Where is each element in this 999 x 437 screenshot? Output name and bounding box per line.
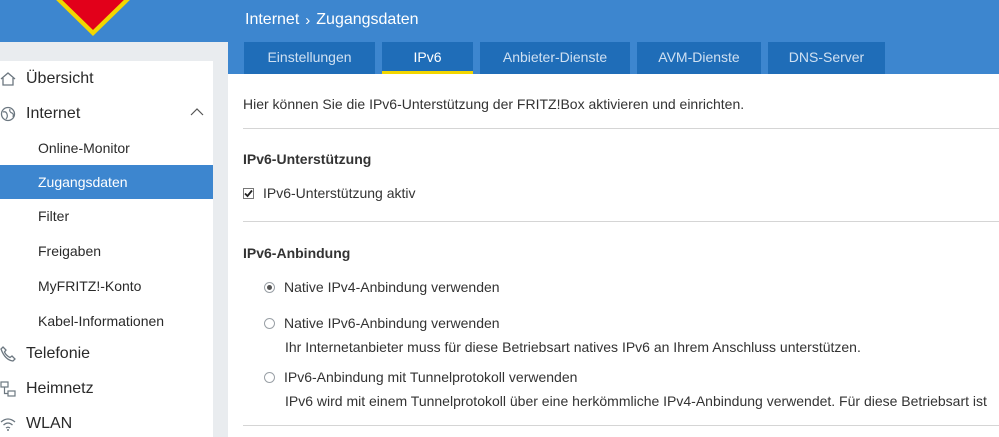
sidebar-item-label: Internet [26, 105, 81, 122]
radio-label-native-ipv6: Native IPv6-Anbindung verwenden [284, 315, 500, 331]
sidebar-item-uebersicht[interactable]: Übersicht [0, 62, 213, 96]
section-title-ipv6-connection: IPv6-Anbindung [243, 245, 351, 261]
sidebar-item-filter[interactable]: Filter [0, 199, 213, 233]
sidebar-item-label: WLAN [26, 415, 73, 432]
intro-text: Hier können Sie die IPv6-Unterstützung d… [243, 96, 745, 112]
hint-native-ipv6: Ihr Internetanbieter muss für diese Betr… [285, 339, 861, 355]
globe-icon [0, 106, 16, 122]
sidebar-item-myfritz-konto[interactable]: MyFRITZ!-Konto [0, 269, 213, 303]
radio-label-native-ipv4: Native IPv4-Anbindung verwenden [284, 279, 500, 295]
hint-tunnel: IPv6 wird mit einem Tunnelprotokoll über… [285, 393, 987, 409]
radio-label-tunnel: IPv6-Anbindung mit Tunnelprotokoll verwe… [284, 369, 578, 385]
checkmark-icon [244, 189, 253, 197]
main-content: Hier können Sie die IPv6-Unterstützung d… [228, 74, 999, 437]
sidebar-item-telefonie[interactable]: Telefonie [0, 337, 213, 371]
tab-dns-server[interactable]: DNS-Server [768, 42, 885, 74]
sidebar-item-label: Heimnetz [26, 380, 94, 397]
ipv6-support-checkbox[interactable] [243, 187, 254, 199]
home-icon [0, 71, 16, 87]
breadcrumb-item-zugangsdaten: Zugangsdaten [316, 11, 419, 28]
divider [243, 221, 999, 222]
ipv6-support-checkbox-row[interactable]: IPv6-Unterstützung aktiv [243, 185, 416, 201]
sidebar-item-online-monitor[interactable]: Online-Monitor [0, 131, 213, 165]
divider [243, 128, 999, 129]
chevron-up-icon[interactable] [190, 107, 204, 117]
tab-avm-dienste[interactable]: AVM-Dienste [637, 42, 761, 74]
fritz-logo[interactable] [38, 0, 148, 38]
sidebar-item-heimnetz[interactable]: Heimnetz [0, 372, 213, 406]
sidebar-item-zugangsdaten[interactable]: Zugangsdaten [0, 165, 213, 199]
sidebar-top-gap [0, 42, 228, 61]
phone-icon [0, 346, 16, 362]
tab-bar: Einstellungen IPv6 Anbieter-Dienste AVM-… [244, 42, 885, 74]
radio-option-native-ipv6[interactable]: Native IPv6-Anbindung verwenden [264, 315, 500, 331]
network-icon [0, 381, 16, 397]
radio-option-native-ipv4[interactable]: Native IPv4-Anbindung verwenden [264, 279, 500, 295]
divider [243, 425, 999, 426]
tab-anbieter-dienste[interactable]: Anbieter-Dienste [480, 42, 630, 74]
radio-option-tunnel[interactable]: IPv6-Anbindung mit Tunnelprotokoll verwe… [264, 369, 577, 385]
breadcrumb-item-internet[interactable]: Internet [245, 11, 299, 29]
chevron-right-icon: › [305, 11, 311, 29]
breadcrumb: Internet › Zugangsdaten [245, 11, 419, 29]
header: Internet › Zugangsdaten Einstellungen IP… [228, 0, 999, 74]
tab-einstellungen[interactable]: Einstellungen [244, 42, 375, 74]
radio-native-ipv6[interactable] [264, 317, 275, 329]
sidebar-item-label: Übersicht [26, 70, 94, 87]
sidebar-item-freigaben[interactable]: Freigaben [0, 234, 213, 268]
sidebar-item-wlan[interactable]: WLAN [0, 407, 213, 437]
tab-ipv6[interactable]: IPv6 [382, 42, 473, 74]
sidebar-item-internet[interactable]: Internet [0, 97, 213, 131]
ipv6-support-label: IPv6-Unterstützung aktiv [263, 185, 416, 201]
sidebar-item-kabel-informationen[interactable]: Kabel-Informationen [0, 304, 213, 338]
section-title-ipv6-support: IPv6-Unterstützung [243, 151, 372, 167]
radio-native-ipv4[interactable] [264, 281, 275, 293]
radio-tunnel[interactable] [264, 371, 275, 383]
sidebar-item-label: Telefonie [26, 345, 91, 362]
sidebar: Übersicht Internet Online-Monitor Zugang… [0, 61, 213, 437]
wifi-icon [0, 416, 16, 432]
